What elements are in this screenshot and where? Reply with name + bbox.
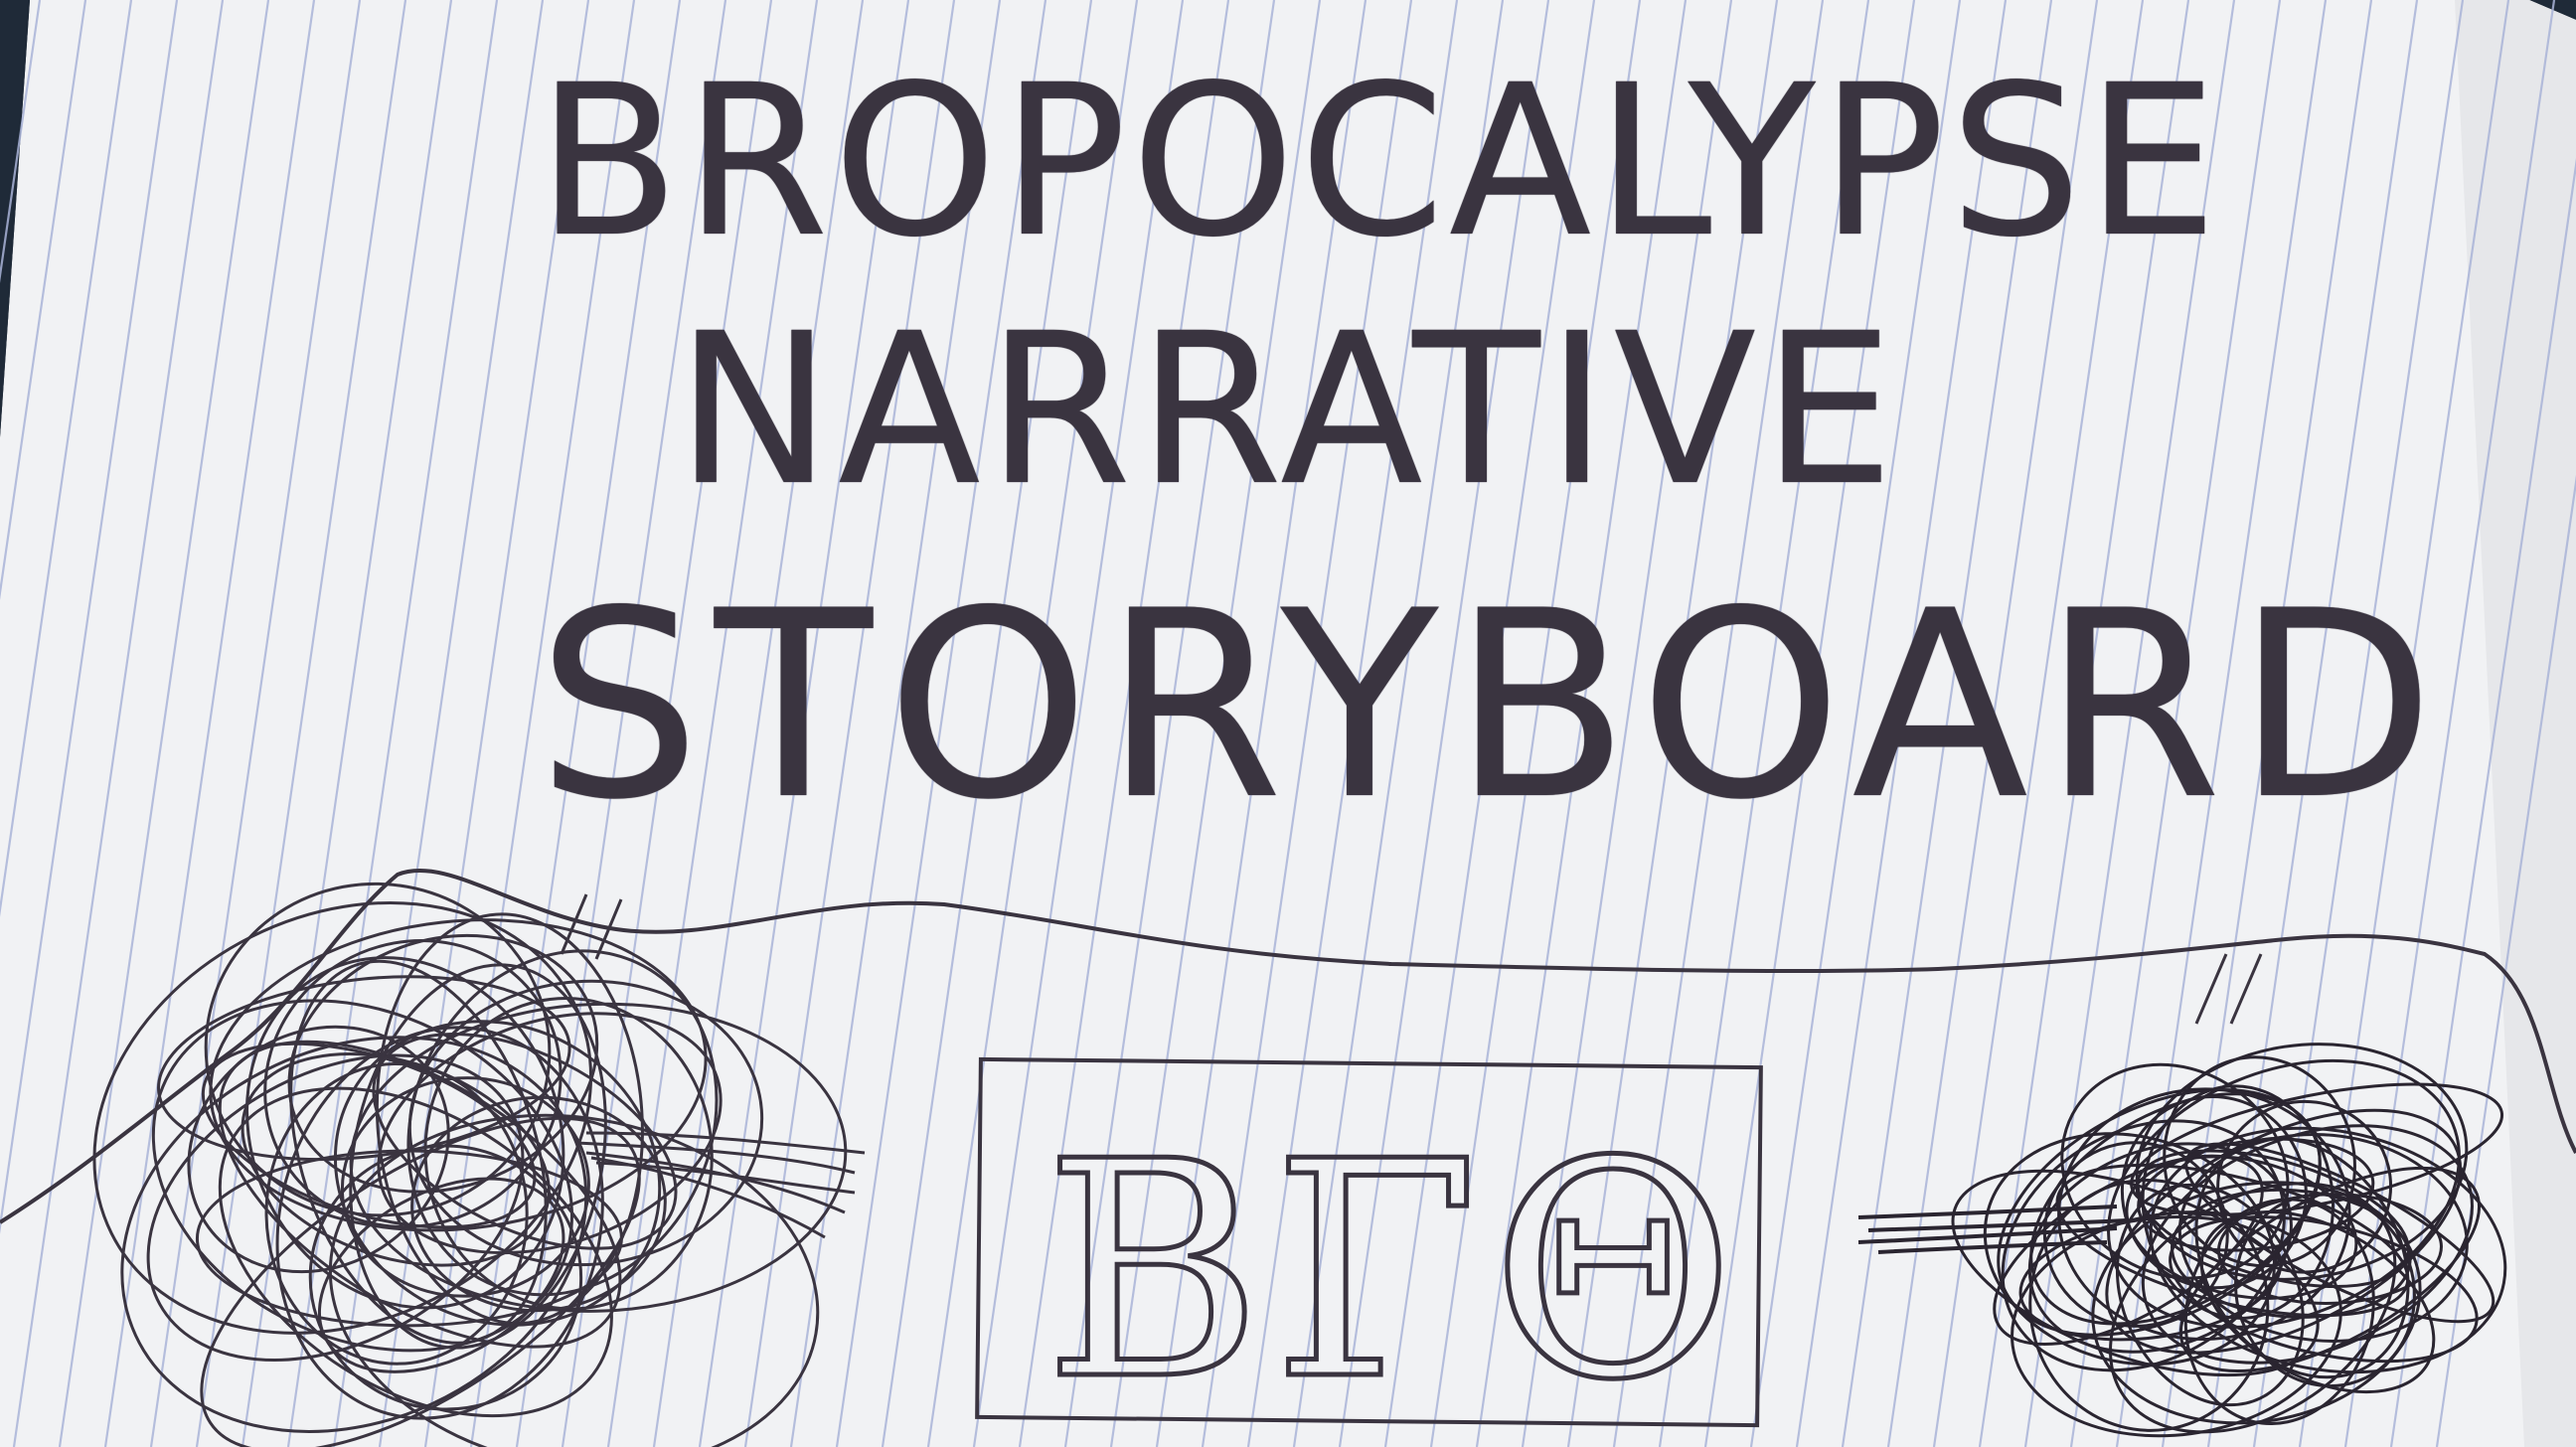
- notebook-photo: BROPOCALYPSE NARRATIVE STORYBOARD B Γ Θ: [0, 0, 2576, 1447]
- title-line-2: NARRATIVE: [676, 288, 1900, 532]
- logo-letter-theta: Θ: [1489, 1098, 1738, 1445]
- title-line-1: BROPOCALYPSE: [537, 40, 2222, 283]
- logo-letter-gamma: Γ: [1269, 1098, 1481, 1445]
- title-line-3: STORYBOARD: [537, 557, 2449, 857]
- logo-letter-b: B: [1041, 1098, 1264, 1445]
